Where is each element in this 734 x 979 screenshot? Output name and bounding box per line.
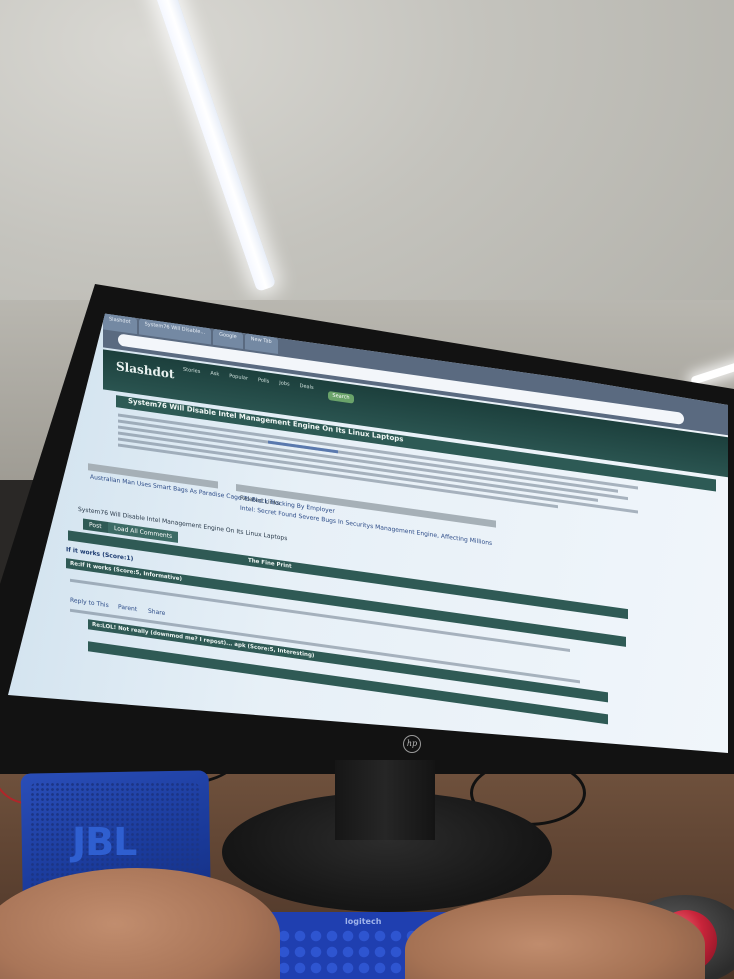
reply-link[interactable]: Reply to This — [70, 597, 109, 609]
photo-scene: Slashdot System76 Will Disable... Google… — [0, 0, 734, 979]
share-link[interactable]: Share — [148, 608, 165, 617]
speaker-logo: JBL — [72, 820, 137, 864]
hp-logo-icon: hp — [403, 735, 421, 753]
nav-item[interactable]: Jobs — [279, 380, 289, 387]
post-button[interactable]: Post — [83, 518, 108, 533]
nav-item[interactable]: Ask — [210, 370, 219, 377]
keyboard-brand: logitech — [345, 917, 382, 926]
parent-link[interactable]: Parent — [118, 603, 137, 613]
monitor-stand-neck — [335, 760, 435, 840]
